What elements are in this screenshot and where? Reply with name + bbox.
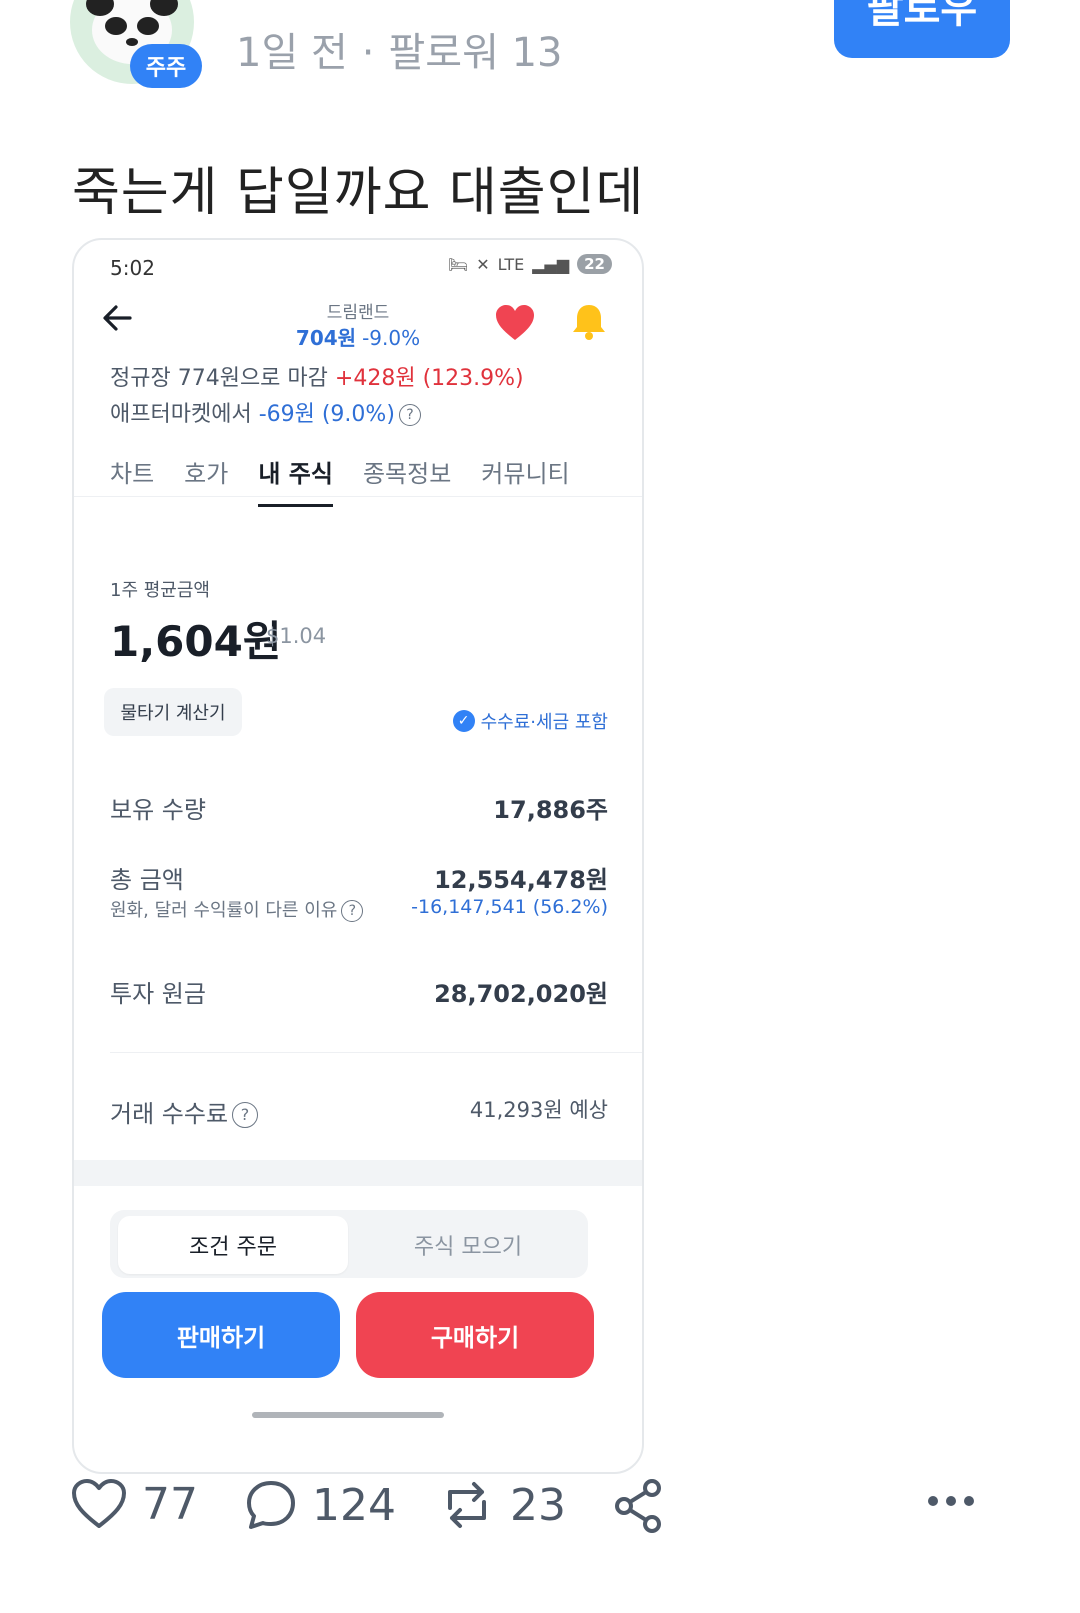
total-value: 12,554,478원 bbox=[434, 866, 608, 894]
sell-button[interactable]: 판매하기 bbox=[102, 1292, 340, 1378]
tab-chart[interactable]: 차트 bbox=[110, 454, 154, 507]
comment-icon bbox=[247, 1481, 295, 1529]
follower-count: 팔로워 13 bbox=[388, 30, 563, 76]
like-action[interactable]: 77 bbox=[70, 1478, 198, 1530]
status-icons: 🛏 ✕ LTE ▂▄▆ 22 bbox=[448, 254, 612, 274]
repost-count: 23 bbox=[510, 1479, 566, 1531]
check-icon: ✓ bbox=[452, 710, 475, 732]
total-profit-loss: -16,147,541 (56.2%) bbox=[411, 896, 608, 918]
author-role-badge: 주주 bbox=[130, 44, 202, 88]
close-prefix: 정규장 774원으로 마감 bbox=[110, 366, 328, 391]
stock-name: 드림랜드 bbox=[326, 303, 390, 323]
heart-outline-icon bbox=[72, 1479, 126, 1528]
status-time: 5:02 bbox=[110, 256, 155, 280]
holdings-value: 17,886주 bbox=[493, 796, 608, 824]
total-label: 총 금액 bbox=[110, 866, 184, 894]
avg-price-label: 1주 평균금액 bbox=[110, 580, 210, 601]
stock-price-line: 704원 -9.0% bbox=[74, 322, 642, 351]
mute-icon: ✕ bbox=[476, 254, 490, 274]
help-icon[interactable]: ? bbox=[398, 404, 421, 426]
help-icon[interactable]: ? bbox=[341, 900, 364, 922]
avg-price-value: 1,604원 bbox=[110, 617, 282, 666]
after-prefix: 애프터마켓에서 bbox=[110, 402, 252, 427]
heart-icon[interactable] bbox=[494, 304, 536, 342]
buy-button[interactable]: 구매하기 bbox=[356, 1292, 594, 1378]
post-time: 1일 전 bbox=[236, 30, 348, 76]
comment-action[interactable]: 124 bbox=[244, 1478, 396, 1532]
post-text: 죽는게 답일까요 대출인데 bbox=[72, 163, 645, 223]
trade-fee-label: 거래 수수료? bbox=[110, 1094, 259, 1129]
return-diff-text: 원화, 달러 수익률이 다른 이유 bbox=[110, 900, 338, 921]
tab-my-stock[interactable]: 내 주식 bbox=[258, 454, 333, 507]
trade-fee-value: 41,293원 예상 bbox=[469, 1098, 608, 1122]
repost-icon bbox=[448, 1482, 486, 1528]
avg-price-usd: $1.04 bbox=[266, 624, 327, 648]
share-icon bbox=[615, 1479, 661, 1533]
stock-tabs: 차트 호가 내 주식 종목정보 커뮤니티 bbox=[110, 454, 570, 507]
segment-stock-accumulate[interactable]: 주식 모으기 bbox=[354, 1216, 582, 1274]
section-divider bbox=[110, 1052, 642, 1053]
like-count: 77 bbox=[142, 1478, 198, 1530]
tab-orderbook[interactable]: 호가 bbox=[184, 454, 228, 507]
help-icon[interactable]: ? bbox=[232, 1102, 259, 1128]
more-options-icon[interactable] bbox=[928, 1496, 974, 1506]
stock-change: -9.0% bbox=[362, 326, 421, 350]
principal-value: 28,702,020원 bbox=[434, 980, 608, 1008]
bell-icon[interactable] bbox=[570, 302, 608, 342]
tab-community[interactable]: 커뮤니티 bbox=[481, 454, 569, 507]
return-diff-link[interactable]: 원화, 달러 수익률이 다른 이유? bbox=[110, 896, 364, 922]
after-change: -69원 (9.0%) bbox=[258, 402, 395, 427]
sleep-icon: 🛏 bbox=[447, 254, 469, 274]
section-spacer bbox=[74, 1160, 642, 1186]
regular-close-line: 정규장 774원으로 마감 +428원 (123.9%) bbox=[110, 360, 524, 392]
network-label: LTE bbox=[497, 254, 525, 274]
close-change: +428원 (123.9%) bbox=[334, 366, 524, 391]
tab-divider bbox=[74, 496, 642, 497]
segment-conditional-order[interactable]: 조건 주문 bbox=[118, 1216, 348, 1274]
stock-price: 704원 bbox=[295, 326, 357, 350]
after-market-line: 애프터마켓에서 -69원 (9.0%)? bbox=[110, 396, 421, 428]
home-indicator bbox=[252, 1412, 444, 1418]
trade-fee-text: 거래 수수료 bbox=[110, 1100, 229, 1128]
follow-button[interactable]: 팔로우 bbox=[834, 0, 1010, 58]
tab-stock-info[interactable]: 종목정보 bbox=[363, 454, 451, 507]
battery-icon: 22 bbox=[577, 254, 612, 274]
averaging-calculator-button[interactable]: 물타기 계산기 bbox=[104, 688, 242, 736]
repost-action[interactable]: 23 bbox=[438, 1478, 566, 1532]
attached-screenshot[interactable]: 5:02 🛏 ✕ LTE ▂▄▆ 22 드림랜드 704원 -9.0% 정규장 7… bbox=[72, 238, 644, 1474]
principal-label: 투자 원금 bbox=[110, 980, 206, 1008]
signal-icon: ▂▄▆ bbox=[532, 254, 570, 274]
meta-separator: · bbox=[361, 30, 375, 76]
comment-count: 124 bbox=[312, 1479, 396, 1531]
share-action[interactable] bbox=[612, 1478, 666, 1534]
fee-included-note[interactable]: ✓ 수수료·세금 포함 bbox=[452, 708, 608, 734]
author-avatar-wrap[interactable]: 주주 bbox=[70, 0, 210, 100]
fee-note-text: 수수료·세금 포함 bbox=[480, 712, 608, 733]
post-meta: 1일 전 · 팔로워 13 bbox=[236, 20, 563, 78]
holdings-label: 보유 수량 bbox=[110, 796, 206, 824]
